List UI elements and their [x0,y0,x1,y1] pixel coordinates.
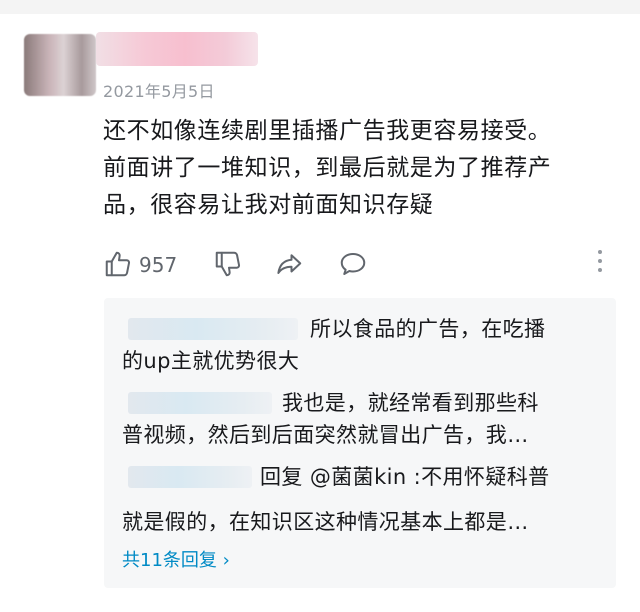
more-options-button[interactable] [596,250,604,276]
comment-line: 品，很容易让我对前面知识存疑 [103,192,434,218]
share-button[interactable] [273,249,305,283]
reply-text-line: 就是假的，在知识区这种情况基本上都是… [122,510,529,534]
dislike-button[interactable] [213,249,243,283]
username-blurred[interactable] [96,32,258,66]
view-more-replies-link[interactable]: 共11条回复 › [122,546,230,572]
thumbs-down-icon [215,251,241,277]
more-vertical-icon [598,250,602,254]
like-count: 957 [139,253,178,277]
comment-line: 还不如像连续剧里插播广告我更容易接受。 [103,118,552,144]
avatar[interactable] [24,34,96,96]
reply-text-line: 回复 @菌菌kin :不用怀疑科普 [260,465,550,489]
comment-line: 前面讲了一堆知识，到最后就是为了推荐产 [103,155,552,181]
reply-button[interactable] [337,249,369,283]
reply-text-line: 普视频，然后到后面突然就冒出广告，我… [122,423,529,447]
comment-actions: 957 [103,245,623,285]
comment-date: 2021年5月5日 [103,82,215,101]
reply-username-blurred[interactable] [128,466,252,488]
top-divider [0,0,640,14]
reply-username-blurred[interactable] [128,318,298,340]
reply-bubble-icon [340,253,366,275]
thumbs-up-icon [105,251,131,277]
reply-text-line: 的up主就优势很大 [122,349,300,373]
reply-username-blurred[interactable] [128,392,272,414]
share-icon [277,254,302,274]
comment-text: 还不如像连续剧里插播广告我更容易接受。 前面讲了一堆知识，到最后就是为了推荐产 … [103,113,623,224]
reply-text-line: 我也是，就经常看到那些科 [282,391,539,415]
reply-text-line: 所以食品的广告，在吃播 [310,317,546,341]
like-button[interactable] [103,249,133,283]
reply-thread: 所以食品的广告，在吃播 的up主就优势很大 我也是，就经常看到那些科 普视频，然… [104,298,616,588]
